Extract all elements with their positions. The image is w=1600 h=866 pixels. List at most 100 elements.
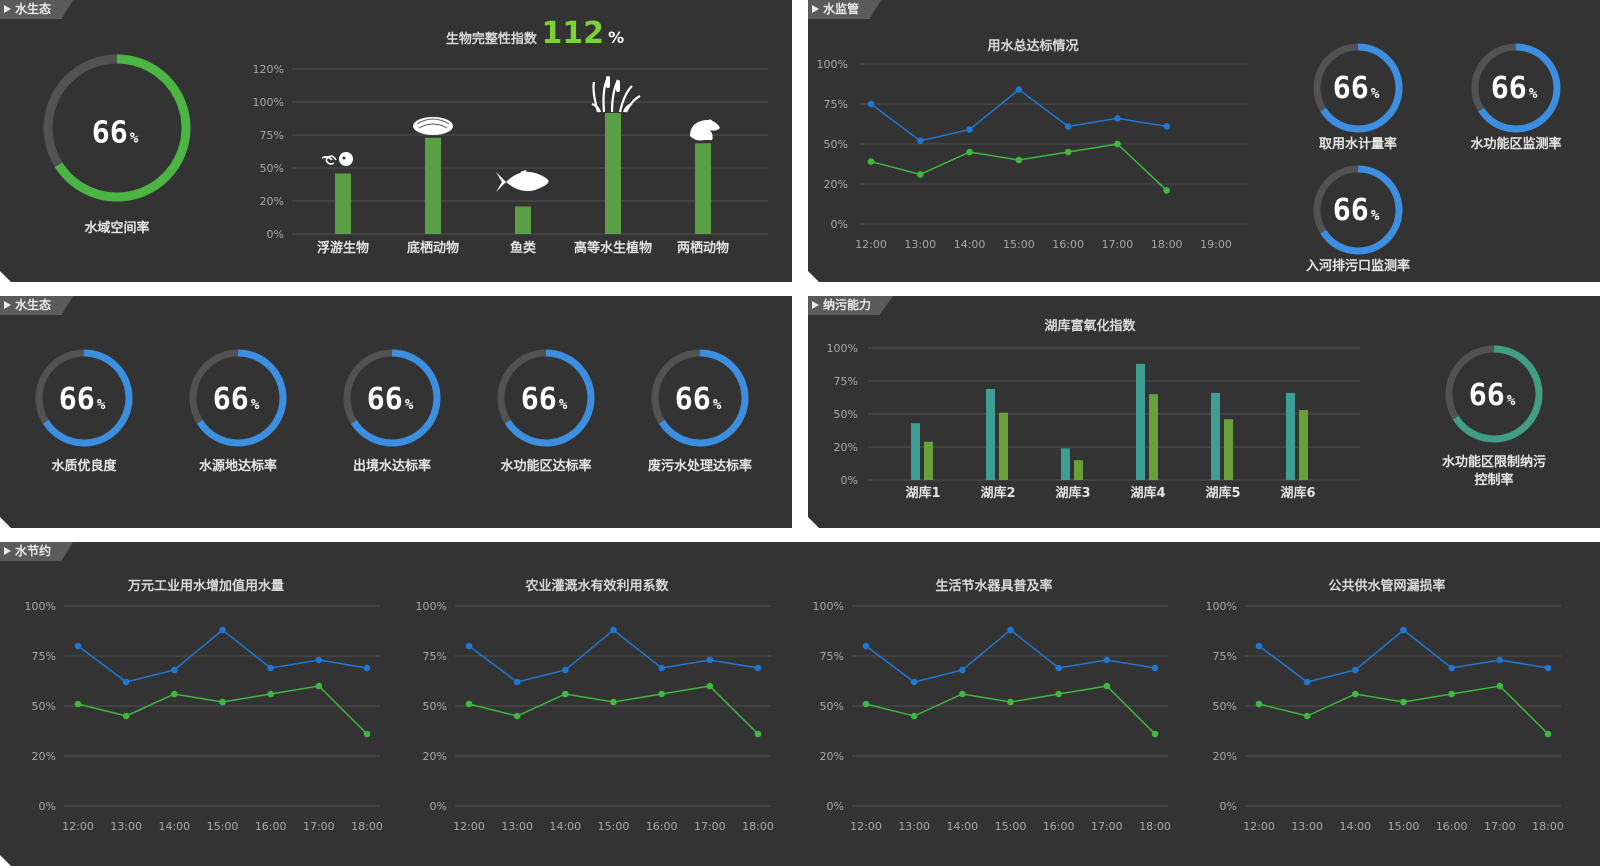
saving-chart-2-series-2-point xyxy=(658,690,665,698)
saving-chart-3-y-tick: 100% xyxy=(813,600,844,613)
saving-chart-2-x-tick: 16:00 xyxy=(646,820,678,833)
saving-chart-3-x-tick: 16:00 xyxy=(1043,820,1075,833)
quality-gauge-label: 废污水处理达标率 xyxy=(648,458,752,474)
eutro-chart-y-tick: 0% xyxy=(841,474,858,487)
eutro-bar-series-1 xyxy=(1211,392,1220,480)
saving-chart-4-series-2-line xyxy=(1258,685,1549,735)
saving-chart-3-series-2-point xyxy=(1055,690,1062,698)
usage-chart-series-1-point xyxy=(966,126,973,133)
saving-chart-1-x-tick: 14:00 xyxy=(158,820,190,833)
clam-shell xyxy=(413,117,453,135)
bio-y-tick: 50% xyxy=(260,162,284,175)
quality-gauge-2-value: 66% xyxy=(213,382,260,417)
usage-chart-series-2-line xyxy=(870,143,1168,191)
saving-chart-3-y-tick: 20% xyxy=(820,750,844,763)
saving-chart-4-series-2-point xyxy=(1352,690,1359,698)
saving-chart-2-series-2-point xyxy=(706,682,714,690)
saving-chart-2-series-2-point xyxy=(754,730,762,738)
ecology-panel-middle: 水生态 66% 水质优良度 66% 水源地达标率 66% 出境水达标率 66% 水功能区达标率… xyxy=(0,296,792,528)
saving-chart-4-y-tick: 50% xyxy=(1213,700,1237,713)
saving-chart-4-y-tick: 0% xyxy=(1220,800,1237,813)
saving-chart-1-series-1-point xyxy=(122,678,130,686)
saving-chart-1-x-tick: 17:00 xyxy=(303,820,335,833)
saving-chart-3-y-tick: 50% xyxy=(820,700,844,713)
saving-chart-1-series-1-point xyxy=(267,664,274,672)
eutro-chart-y-tick: 100% xyxy=(827,342,858,355)
monitor-gauge-label: 水功能区监测率 xyxy=(1470,136,1561,152)
saving-chart-2-series-1-point xyxy=(706,656,714,664)
saving-chart-4-x-tick: 15:00 xyxy=(1388,820,1420,833)
bio-index-unit: % xyxy=(608,28,624,47)
saving-chart-1-series-2-point xyxy=(171,690,178,698)
eutro-category-label: 湖库2 xyxy=(980,485,1015,501)
quality-gauge-label: 水功能区达标率 xyxy=(500,458,591,474)
monitor-gauge-label: 取用水计量率 xyxy=(1319,136,1397,152)
saving-chart-2-y-tick: 20% xyxy=(423,750,447,763)
usage-chart-x-tick: 17:00 xyxy=(1102,238,1134,251)
quality-gauge-5-value: 66% xyxy=(675,382,722,417)
saving-chart-1-series-2-point xyxy=(363,730,371,738)
usage-chart-series-1-point xyxy=(1064,123,1072,130)
saving-chart-1-series-2-line xyxy=(77,685,368,735)
usage-chart-series-2-point xyxy=(966,148,973,156)
corner-notch xyxy=(808,271,819,282)
quality-gauges: 66 % 水质优良度 66 % 水源地达标率 66 % 出境水达标率 66 % 水功能区达标率 66 % 废… xyxy=(35,349,752,474)
saving-chart-3-x-tick: 17:00 xyxy=(1091,820,1123,833)
usage-chart-title: 用水总达标情况 xyxy=(986,38,1078,54)
capacity-panel: 纳污能力 湖库富氧化指数 100% 75% 50% 20% 0% 湖库1 湖库2 湖库3 湖库4 湖… xyxy=(808,296,1600,528)
corner-notch xyxy=(0,517,11,528)
clam-icon xyxy=(413,117,453,135)
quality-gauge-3-value: 66% xyxy=(367,382,414,417)
saving-chart-1-series-2-point xyxy=(219,698,226,706)
jellyfish-body xyxy=(339,152,353,166)
saving-chart-4-y-tick: 20% xyxy=(1213,750,1237,763)
saving-chart-4-series-1-point xyxy=(1303,678,1311,686)
eutro-chart-y-tick: 20% xyxy=(834,441,858,454)
saving-chart-4-series-2-point xyxy=(1544,730,1552,738)
conservation-charts: 万元工业用水增加值用水量 100% 75% 50% 20% 0% 12:00 13:00 14:… xyxy=(25,578,1564,833)
usage-chart-x-tick: 15:00 xyxy=(1003,238,1035,251)
saving-chart-2-y-tick: 100% xyxy=(416,600,447,613)
usage-chart-x-tick: 16:00 xyxy=(1052,238,1084,251)
saving-chart-1-series-1-point xyxy=(315,656,323,664)
saving-chart-2-x-tick: 14:00 xyxy=(549,820,581,833)
bio-y-tick: 100% xyxy=(253,96,284,109)
quality-gauge-3-unit: % xyxy=(405,397,414,413)
saving-chart-2-x-tick: 18:00 xyxy=(742,820,774,833)
saving-chart-3-x-tick: 13:00 xyxy=(898,820,930,833)
monitor-gauge-1-unit: % xyxy=(1371,86,1380,102)
usage-chart-y-tick: 100% xyxy=(817,58,848,71)
saving-chart-2-series-1-point xyxy=(610,626,617,634)
monitor-gauge-2-number: 66 xyxy=(1491,71,1527,106)
saving-chart-3-series-1-point xyxy=(910,678,918,686)
saving-chart-3-series-1-point xyxy=(1007,626,1014,634)
quality-gauge-2-unit: % xyxy=(251,397,260,413)
eutro-bar-series-2 xyxy=(999,412,1008,480)
reed-cattail xyxy=(606,76,610,88)
usage-chart-series-2-point xyxy=(1163,187,1171,194)
usage-chart-x-tick: 14:00 xyxy=(954,238,986,251)
conservation-panel: 水节约 万元工业用水增加值用水量 100% 75% 50% 20% 0% 12:00 13:0… xyxy=(0,542,1600,866)
saving-chart-4-series-2-point xyxy=(1496,682,1504,690)
saving-chart-1-series-2-point xyxy=(267,690,274,698)
quality-gauge-3-number: 66 xyxy=(367,382,403,417)
usage-chart-x-tick: 13:00 xyxy=(904,238,936,251)
bio-category-label: 两栖动物 xyxy=(677,240,729,256)
usage-chart-series-1-point xyxy=(867,100,875,108)
saving-chart-3-x-tick: 15:00 xyxy=(995,820,1027,833)
bio-y-tick: 75% xyxy=(260,129,284,142)
monitor-gauge-label: 入河排污口监测率 xyxy=(1306,258,1410,274)
reed-cattail xyxy=(616,80,620,92)
saving-chart-2-series-2-point xyxy=(465,700,473,708)
saving-chart-4-x-tick: 14:00 xyxy=(1339,820,1371,833)
water-area-label: 水域空间率 xyxy=(84,220,149,236)
quality-gauge-label: 水质优良度 xyxy=(51,458,117,474)
frog-eye xyxy=(707,119,713,125)
saving-chart-3-series-1-point xyxy=(1103,656,1111,664)
usage-chart-series-2-point xyxy=(1114,140,1121,148)
usage-chart-series-1-point xyxy=(1163,123,1171,130)
reed-icon xyxy=(591,76,641,113)
usage-chart-series-1-line xyxy=(870,88,1167,142)
bio-index-title: 生物完整性指数 112% xyxy=(446,16,624,51)
corner-notch xyxy=(0,271,11,282)
